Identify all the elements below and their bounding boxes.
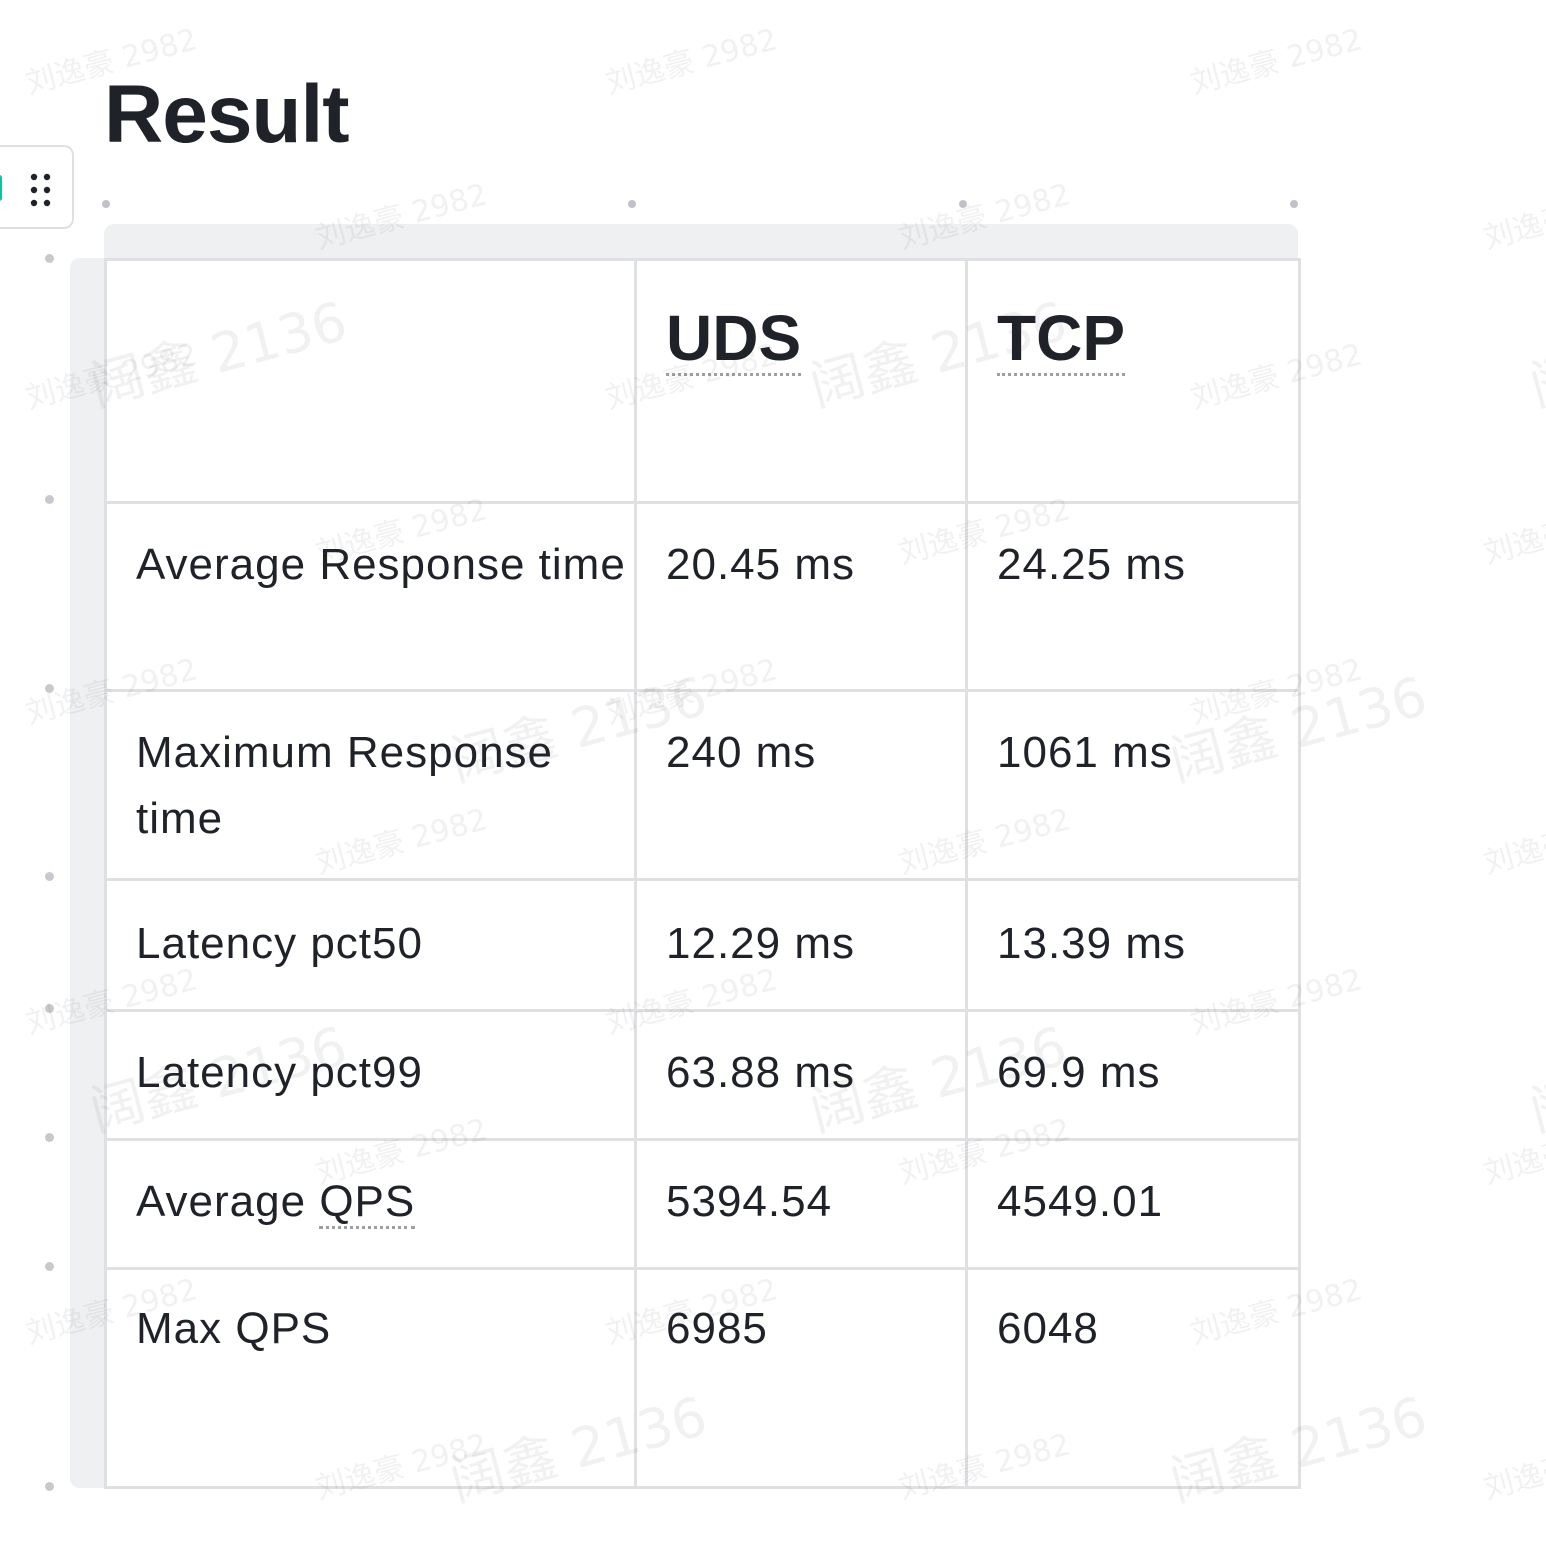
table-row: Average QPS 5394.54 4549.01 (104, 1138, 1301, 1270)
header-cell-tcp[interactable]: TCP (965, 258, 1301, 504)
row-selector-bar[interactable] (70, 258, 106, 1488)
table-row: Maximum Response time 240 ms 1061 ms (104, 689, 1301, 881)
row-resize-handle[interactable] (45, 684, 54, 693)
row-resize-handle[interactable] (45, 495, 54, 504)
uds-value: 6985 (666, 1304, 768, 1353)
header-cell-uds[interactable]: UDS (634, 258, 968, 504)
uds-value: 5394.54 (666, 1177, 833, 1226)
uds-value: 240 ms (666, 728, 817, 777)
metric-cell[interactable]: Max QPS (104, 1267, 637, 1489)
row-resize-handle[interactable] (45, 1133, 54, 1142)
metric-cell[interactable]: Maximum Response time (104, 689, 637, 881)
tcp-value-cell[interactable]: 1061 ms (965, 689, 1301, 881)
table-row: Max QPS 6985 6048 (104, 1267, 1301, 1489)
metric-label: Maximum Response time (136, 728, 554, 843)
uds-value: 20.45 ms (666, 540, 855, 589)
watermark: 刘逸豪 2982 (1480, 1112, 1546, 1192)
watermark: 阔鑫 2136 (1523, 1015, 1546, 1144)
metric-cell[interactable]: Latency pct99 (104, 1009, 637, 1141)
table-row: Latency pct50 12.29 ms 13.39 ms (104, 878, 1301, 1012)
uds-value-cell[interactable]: 12.29 ms (634, 878, 968, 1012)
metric-label: Max QPS (136, 1304, 332, 1353)
uds-value-cell[interactable]: 63.88 ms (634, 1009, 968, 1141)
uds-value-cell[interactable]: 6985 (634, 1267, 968, 1489)
row-resize-handle[interactable] (45, 872, 54, 881)
watermark: 刘逸豪 2982 (1480, 1427, 1546, 1507)
watermark: 刘逸豪 2982 (1480, 802, 1546, 882)
uds-value-cell[interactable]: 240 ms (634, 689, 968, 881)
table-header-row: UDS TCP (104, 258, 1301, 504)
metric-cell[interactable]: Average QPS (104, 1138, 637, 1270)
tcp-value: 24.25 ms (997, 540, 1186, 589)
metric-label: Latency pct50 (136, 919, 423, 968)
metric-cell[interactable]: Average Response time (104, 501, 637, 692)
metric-label-prefix: Average (136, 1177, 320, 1226)
tcp-value: 69.9 ms (997, 1048, 1161, 1097)
header-uds-label: UDS (666, 303, 802, 377)
metric-cell[interactable]: Latency pct50 (104, 878, 637, 1012)
row-resize-handle[interactable] (45, 1262, 54, 1271)
table-row: Latency pct99 63.88 ms 69.9 ms (104, 1009, 1301, 1141)
tcp-value-cell[interactable]: 24.25 ms (965, 501, 1301, 692)
uds-value: 63.88 ms (666, 1048, 855, 1097)
column-resize-handle[interactable] (1290, 200, 1298, 208)
row-resize-handle[interactable] (45, 1482, 54, 1491)
header-tcp-label: TCP (997, 303, 1125, 377)
row-resize-handle[interactable] (45, 254, 54, 263)
tcp-value: 4549.01 (997, 1177, 1164, 1226)
watermark: 刘逸豪 2982 (1480, 177, 1546, 257)
result-table: UDS TCP Average Response time 20.45 ms 2… (104, 258, 1301, 1489)
metric-label: Average QPS (136, 1169, 634, 1235)
uds-value-cell[interactable]: 5394.54 (634, 1138, 968, 1270)
tcp-value-cell[interactable]: 6048 (965, 1267, 1301, 1489)
watermark: 刘逸豪 2982 (1187, 22, 1367, 102)
column-resize-handle[interactable] (959, 200, 967, 208)
row-resize-handle[interactable] (45, 1004, 54, 1013)
watermark: 阔鑫 2136 (1523, 290, 1546, 419)
watermark: 刘逸豪 2982 (1480, 492, 1546, 572)
document-page: Result UDS TCP Average Response time 20.… (0, 0, 1546, 1568)
metric-label: Latency pct99 (136, 1048, 423, 1097)
tcp-value: 13.39 ms (997, 919, 1186, 968)
tcp-value-cell[interactable]: 4549.01 (965, 1138, 1301, 1270)
column-resize-handle[interactable] (628, 200, 636, 208)
tcp-value: 6048 (997, 1304, 1099, 1353)
uds-value: 12.29 ms (666, 919, 855, 968)
drag-handle-icon[interactable] (30, 173, 52, 207)
column-selector-bar[interactable] (104, 224, 1298, 260)
table-icon (0, 175, 2, 201)
tcp-value-cell[interactable]: 13.39 ms (965, 878, 1301, 1012)
uds-value-cell[interactable]: 20.45 ms (634, 501, 968, 692)
page-heading: Result (104, 69, 350, 160)
metric-label: Average Response time (136, 540, 626, 589)
block-handle[interactable] (0, 145, 74, 229)
tcp-value: 1061 ms (997, 728, 1173, 777)
watermark: 刘逸豪 2982 (602, 22, 782, 102)
metric-label-marked-word[interactable]: QPS (319, 1177, 416, 1229)
header-blank-cell[interactable] (104, 258, 637, 504)
column-resize-handle[interactable] (102, 200, 110, 208)
tcp-value-cell[interactable]: 69.9 ms (965, 1009, 1301, 1141)
table-row: Average Response time 20.45 ms 24.25 ms (104, 501, 1301, 692)
